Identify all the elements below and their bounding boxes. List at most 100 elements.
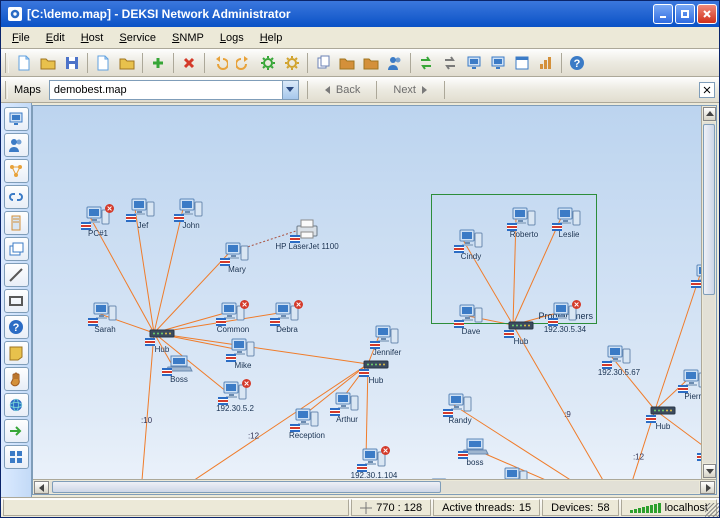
node-mike[interactable]: Mike xyxy=(221,338,265,370)
undo-icon[interactable] xyxy=(209,52,231,74)
monitor-list-icon[interactable] xyxy=(487,52,509,74)
v-scroll-thumb[interactable] xyxy=(703,124,715,295)
node-hub1[interactable]: Hub xyxy=(140,322,184,354)
document-save-icon[interactable] xyxy=(61,52,83,74)
mapbar-grip[interactable] xyxy=(5,81,8,99)
document-open-icon[interactable] xyxy=(37,52,59,74)
menu-logs[interactable]: Logs xyxy=(213,30,251,46)
node-hubP[interactable]: Hub xyxy=(499,314,543,346)
import-icon[interactable] xyxy=(336,52,358,74)
node-randy[interactable]: Randy xyxy=(438,393,482,425)
network-canvas[interactable]: :10:12:16:14:11:9:12:11:13 Programmers ✕… xyxy=(32,105,717,495)
run-icon[interactable] xyxy=(4,419,29,443)
menu-snmp[interactable]: SNMP xyxy=(165,30,211,46)
chart-icon[interactable] xyxy=(535,52,557,74)
v-scroll-track[interactable] xyxy=(703,122,715,463)
flag-icon xyxy=(126,214,136,222)
h-scroll-thumb[interactable] xyxy=(52,481,441,493)
node-pc1[interactable]: ✕ PC#1 xyxy=(76,206,120,238)
node-jef[interactable]: Jef xyxy=(121,198,165,230)
flag-icon xyxy=(226,354,236,362)
map-path-input[interactable] xyxy=(50,83,282,97)
minimize-button[interactable] xyxy=(653,4,673,24)
delete-icon[interactable] xyxy=(178,52,200,74)
horizontal-scrollbar[interactable] xyxy=(33,479,716,494)
link-icon[interactable] xyxy=(4,185,29,209)
scroll-left-icon[interactable] xyxy=(34,481,49,494)
menu-edit[interactable]: Edit xyxy=(39,30,72,46)
globe-icon[interactable] xyxy=(4,393,29,417)
document-new-star-icon[interactable] xyxy=(92,52,114,74)
node-cindy[interactable]: Cindy xyxy=(449,229,493,261)
menu-host[interactable]: Host xyxy=(74,30,111,46)
scroll-right-icon[interactable] xyxy=(700,481,715,494)
document-new-icon[interactable] xyxy=(13,52,35,74)
node-ip567[interactable]: 192.30.5.67 xyxy=(597,345,641,377)
star-open-icon[interactable] xyxy=(116,52,138,74)
dropdown-icon[interactable] xyxy=(282,81,298,99)
layout-icon[interactable] xyxy=(4,445,29,469)
vertical-scrollbar[interactable] xyxy=(701,106,716,479)
node-arthur[interactable]: Arthur xyxy=(325,392,369,424)
coords-panel: 770 : 128 xyxy=(351,499,431,516)
monitor-icon[interactable] xyxy=(463,52,485,74)
node-dave[interactable]: Dave xyxy=(449,304,493,336)
node-hp[interactable]: HP LaserJet 1100 xyxy=(285,219,329,251)
gear2-icon[interactable] xyxy=(281,52,303,74)
resize-grip[interactable] xyxy=(705,503,719,517)
info-icon[interactable]: ? xyxy=(4,315,29,339)
copy-icon[interactable] xyxy=(312,52,334,74)
node-hub2[interactable]: Hub xyxy=(354,353,398,385)
menu-help[interactable]: Help xyxy=(253,30,290,46)
help-icon[interactable]: ? xyxy=(566,52,588,74)
toolbar-grip[interactable] xyxy=(5,53,9,73)
home-icon[interactable] xyxy=(4,107,29,131)
separator xyxy=(410,53,411,73)
node-common[interactable]: ✕ Common xyxy=(211,302,255,334)
flow-icon[interactable] xyxy=(4,159,29,183)
node-mary[interactable]: Mary xyxy=(215,242,259,274)
pc-icon: ✕ xyxy=(273,302,301,324)
node-roberto[interactable]: Roberto xyxy=(502,207,546,239)
node-boss2[interactable]: boss xyxy=(453,435,497,467)
flag-icon xyxy=(443,409,453,417)
h-scroll-track[interactable] xyxy=(50,481,699,493)
users-icon[interactable] xyxy=(384,52,406,74)
refresh-stop-icon[interactable] xyxy=(439,52,461,74)
window-icon[interactable] xyxy=(511,52,533,74)
scroll-down-icon[interactable] xyxy=(703,464,716,478)
node-hub3[interactable]: Hub xyxy=(641,399,685,431)
users-tree-icon[interactable] xyxy=(4,133,29,157)
close-map-button[interactable] xyxy=(699,82,715,98)
add-icon[interactable] xyxy=(147,52,169,74)
close-button[interactable] xyxy=(697,4,717,24)
node-john[interactable]: John xyxy=(169,198,213,230)
map-selector[interactable] xyxy=(49,80,299,100)
window-stack-icon[interactable] xyxy=(4,237,29,261)
shape-tool-icon[interactable] xyxy=(4,289,29,313)
gear-icon[interactable] xyxy=(257,52,279,74)
redo-icon[interactable] xyxy=(233,52,255,74)
note-icon[interactable] xyxy=(4,341,29,365)
maximize-button[interactable] xyxy=(675,4,695,24)
next-button[interactable]: Next xyxy=(385,80,436,100)
export-icon[interactable] xyxy=(360,52,382,74)
back-button[interactable]: Back xyxy=(316,80,368,100)
node-recep[interactable]: Reception xyxy=(285,408,329,440)
menu-service[interactable]: Service xyxy=(112,30,163,46)
node-ip52[interactable]: ✕ 192.30.5.2 xyxy=(213,381,257,413)
left-dock: ? xyxy=(1,103,32,497)
scroll-up-icon[interactable] xyxy=(703,107,716,121)
hand-icon[interactable] xyxy=(4,367,29,391)
node-ip534[interactable]: ✕ 192.30.5.34 xyxy=(543,302,587,334)
line-tool-icon[interactable] xyxy=(4,263,29,287)
node-boss[interactable]: Boss xyxy=(157,352,201,384)
server-icon[interactable] xyxy=(4,211,29,235)
node-debra[interactable]: ✕ Debra xyxy=(265,302,309,334)
node-ip104[interactable]: ✕ 192.30.1.104 xyxy=(352,448,396,480)
node-label: Hub xyxy=(369,376,384,385)
menu-file[interactable]: File xyxy=(5,30,37,46)
node-sarah[interactable]: Sarah xyxy=(83,302,127,334)
refresh-icon[interactable] xyxy=(415,52,437,74)
node-leslie[interactable]: Leslie xyxy=(547,207,591,239)
